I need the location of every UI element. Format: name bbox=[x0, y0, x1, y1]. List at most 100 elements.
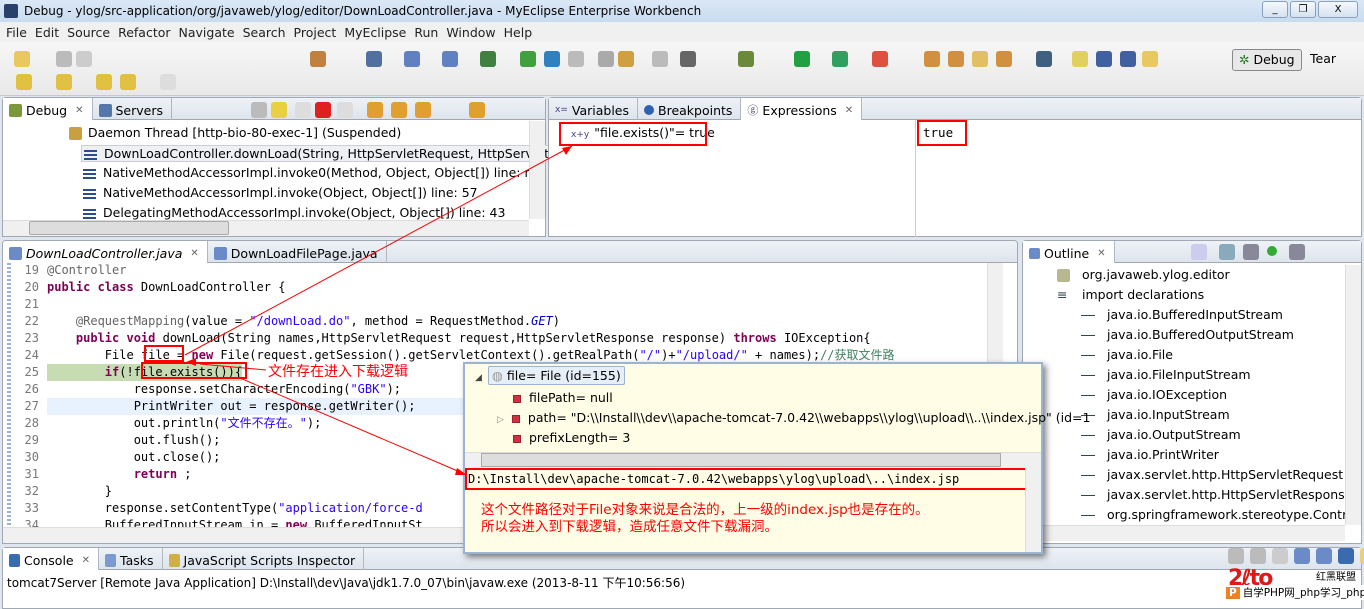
step-over-icon[interactable] bbox=[391, 102, 407, 118]
remove-launch-icon[interactable] bbox=[1228, 548, 1244, 564]
menu-help[interactable]: Help bbox=[502, 25, 539, 40]
menu-refactor[interactable]: Refactor bbox=[116, 25, 176, 40]
code-line[interactable]: out.close(); bbox=[47, 449, 221, 466]
toolbar-button-icon[interactable] bbox=[76, 51, 92, 67]
close-icon[interactable]: ✕ bbox=[190, 248, 198, 259]
scroll-lock-icon[interactable] bbox=[1272, 548, 1288, 564]
popup-field-item[interactable]: filePath= null bbox=[513, 390, 613, 405]
tab-expressions[interactable]: ⓖ Expressions ✕ bbox=[741, 98, 863, 120]
toolbar-button-icon[interactable] bbox=[1096, 51, 1112, 67]
tab-breakpoints[interactable]: Breakpoints bbox=[638, 98, 742, 120]
outline-imports[interactable]: ≡ import declarations bbox=[1057, 287, 1204, 302]
toolbar-button-icon[interactable] bbox=[872, 51, 888, 67]
close-icon[interactable]: ✕ bbox=[82, 555, 90, 566]
thread-item[interactable]: Daemon Thread [http-bio-80-exec-1] (Susp… bbox=[69, 125, 401, 140]
tab-js-inspector[interactable]: JavaScript Scripts Inspector bbox=[163, 548, 365, 570]
toolbar-button-icon[interactable] bbox=[568, 51, 584, 67]
code-line[interactable]: @RequestMapping(value = "/downLoad.do", … bbox=[47, 313, 560, 330]
outline-import-item[interactable]: javax.servlet.http.HttpServletResponse bbox=[1081, 487, 1352, 502]
code-line[interactable]: @Controller bbox=[47, 262, 126, 279]
toolbar-button-icon[interactable] bbox=[366, 51, 382, 67]
horizontal-scrollbar[interactable] bbox=[465, 452, 1041, 468]
hide-local-types-icon[interactable] bbox=[1289, 244, 1305, 260]
toolbar-button-icon[interactable] bbox=[480, 51, 496, 67]
toolbar-button-icon[interactable] bbox=[14, 51, 30, 67]
outline-import-item[interactable]: org.springframework.stereotype.Controll bbox=[1081, 507, 1362, 522]
step-return-icon[interactable] bbox=[415, 102, 431, 118]
horizontal-scrollbar[interactable] bbox=[3, 220, 529, 236]
code-line[interactable]: response.setCharacterEncoding("GBK"); bbox=[47, 381, 401, 398]
tab-outline[interactable]: Outline ✕ bbox=[1023, 241, 1115, 263]
menu-file[interactable]: File bbox=[4, 25, 33, 40]
toolbar-button-icon[interactable] bbox=[520, 51, 536, 67]
collapse-arrow-icon[interactable]: ◢ bbox=[475, 373, 482, 383]
toolbar-button-icon[interactable] bbox=[1120, 51, 1136, 67]
tab-tasks[interactable]: Tasks bbox=[99, 548, 163, 570]
menu-myeclipse[interactable]: MyEclipse bbox=[342, 25, 412, 40]
toolbar-button-icon[interactable] bbox=[738, 51, 754, 67]
minimize-button[interactable]: _ bbox=[1262, 1, 1288, 18]
toolbar-button-icon[interactable] bbox=[598, 51, 614, 67]
last-edit-icon[interactable] bbox=[96, 74, 112, 90]
stack-frame-item[interactable]: NativeMethodAccessorImpl.invoke0(Method,… bbox=[83, 165, 557, 180]
outline-import-item[interactable]: java.io.InputStream bbox=[1081, 407, 1230, 422]
tab-downloadfilepage[interactable]: DownLoadFilePage.java bbox=[208, 241, 387, 263]
maximize-button[interactable]: ❐ bbox=[1290, 1, 1316, 18]
stack-frame-item[interactable]: DelegatingMethodAccessorImpl.invoke(Obje… bbox=[83, 205, 505, 220]
stack-frame-item[interactable]: NativeMethodAccessorImpl.invoke(Object, … bbox=[83, 185, 478, 200]
toolbar-button-icon[interactable] bbox=[680, 51, 696, 67]
outline-import-item[interactable]: java.io.PrintWriter bbox=[1081, 447, 1219, 462]
perspective-debug-button[interactable]: ✲ Debug bbox=[1232, 49, 1302, 71]
tab-console[interactable]: Console ✕ bbox=[3, 548, 100, 570]
tab-servers[interactable]: Servers bbox=[93, 98, 173, 120]
menu-window[interactable]: Window bbox=[444, 25, 501, 40]
outline-import-item[interactable]: java.io.IOException bbox=[1081, 387, 1227, 402]
sort-icon[interactable] bbox=[1191, 244, 1207, 260]
toolbar-button-icon[interactable] bbox=[924, 51, 940, 67]
tab-downloadcontroller[interactable]: DownLoadController.java ✕ bbox=[3, 241, 208, 263]
code-line[interactable]: out.flush(); bbox=[47, 432, 221, 449]
disconnect-icon[interactable] bbox=[337, 102, 353, 118]
menu-source[interactable]: Source bbox=[65, 25, 116, 40]
outline-import-item[interactable]: java.io.BufferedOutputStream bbox=[1081, 327, 1294, 342]
toolbar-button-icon[interactable] bbox=[832, 51, 848, 67]
close-icon[interactable]: ✕ bbox=[1097, 248, 1105, 259]
hide-nonpublic-icon[interactable] bbox=[1267, 246, 1277, 256]
close-button[interactable]: X bbox=[1318, 1, 1358, 18]
code-line[interactable]: return ; bbox=[47, 466, 192, 483]
toolbar-button-icon[interactable] bbox=[56, 51, 72, 67]
forward-icon[interactable] bbox=[160, 74, 176, 90]
toolbar-button-icon[interactable] bbox=[442, 51, 458, 67]
close-icon[interactable]: ✕ bbox=[845, 105, 853, 116]
toolbar-button-icon[interactable] bbox=[1142, 51, 1158, 67]
step-into-icon[interactable] bbox=[367, 102, 383, 118]
vertical-scrollbar[interactable] bbox=[1025, 468, 1041, 552]
toolbar-button-icon[interactable] bbox=[1072, 51, 1088, 67]
code-line[interactable]: } bbox=[47, 483, 112, 500]
menu-navigate[interactable]: Navigate bbox=[177, 25, 241, 40]
toolbar-button-icon[interactable] bbox=[544, 51, 560, 67]
menu-edit[interactable]: Edit bbox=[33, 25, 65, 40]
outline-import-item[interactable]: java.io.OutputStream bbox=[1081, 427, 1241, 442]
vertical-scrollbar[interactable] bbox=[529, 121, 545, 219]
popup-root-item[interactable]: ◢ ◍ file= File (id=155) bbox=[475, 366, 625, 385]
menu-run[interactable]: Run bbox=[412, 25, 444, 40]
code-line[interactable]: public class DownLoadController { bbox=[47, 279, 285, 296]
code-line[interactable]: response.setContentType("application/for… bbox=[47, 500, 423, 517]
stack-frame-item[interactable]: DownLoadController.downLoad(String, Http… bbox=[81, 145, 561, 162]
vertical-scrollbar[interactable] bbox=[1345, 265, 1361, 525]
perspective-team-button[interactable]: Tear bbox=[1304, 49, 1342, 71]
outline-package[interactable]: org.javaweb.ylog.editor bbox=[1057, 267, 1230, 282]
toolbar-button-icon[interactable] bbox=[794, 51, 810, 67]
popup-field-item[interactable]: prefixLength= 3 bbox=[513, 430, 630, 445]
toolbar-button-icon[interactable] bbox=[404, 51, 420, 67]
terminate-icon[interactable] bbox=[315, 102, 331, 118]
resume-icon[interactable] bbox=[271, 102, 287, 118]
code-line[interactable]: PrintWriter out = response.getWriter(); bbox=[47, 398, 416, 415]
back-icon[interactable] bbox=[120, 74, 136, 90]
outline-import-item[interactable]: java.io.File bbox=[1081, 347, 1173, 362]
new-console-icon[interactable] bbox=[1360, 548, 1364, 564]
toolbar-button-icon[interactable] bbox=[310, 51, 326, 67]
toolbar-button-icon[interactable] bbox=[1036, 51, 1052, 67]
outline-import-item[interactable]: java.io.BufferedInputStream bbox=[1081, 307, 1283, 322]
